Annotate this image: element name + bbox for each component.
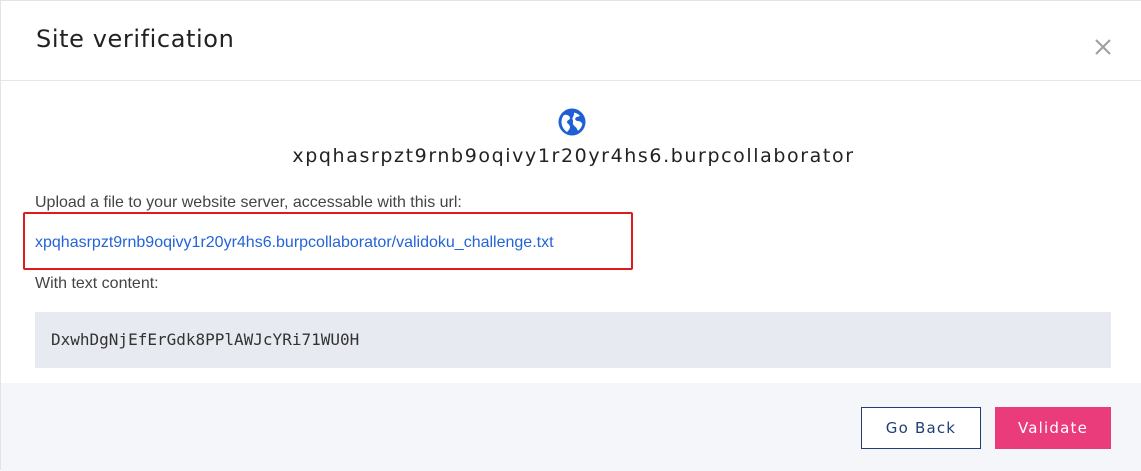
verification-domain: xpqhasrpzt9rnb9oqivy1r20yr4hs6.burpcolla… xyxy=(292,145,855,167)
site-verification-dialog: Site verification xpqhasrpzt9rnb9oqivy1r… xyxy=(0,0,1141,471)
dialog-header: Site verification xyxy=(1,1,1141,81)
close-icon[interactable] xyxy=(1090,34,1116,60)
file-content-text: DxwhDgNjEfErGdk8PPlAWJcYRi71WU0H xyxy=(51,330,360,349)
go-back-button[interactable]: Go Back xyxy=(861,407,981,449)
upload-instruction: Upload a file to your website server, ac… xyxy=(35,194,462,211)
file-content-box: DxwhDgNjEfErGdk8PPlAWJcYRi71WU0H xyxy=(35,312,1111,368)
dialog-footer: Go Back Validate xyxy=(1,383,1141,471)
validate-button[interactable]: Validate xyxy=(995,407,1111,449)
verification-file-link[interactable]: xpqhasrpzt9rnb9oqivy1r20yr4hs6.burpcolla… xyxy=(35,234,554,252)
dialog-title: Site verification xyxy=(36,25,235,53)
dialog-body: xpqhasrpzt9rnb9oqivy1r20yr4hs6.burpcolla… xyxy=(1,81,1141,383)
content-instruction: With text content: xyxy=(35,275,159,292)
globe-icon xyxy=(558,108,586,136)
